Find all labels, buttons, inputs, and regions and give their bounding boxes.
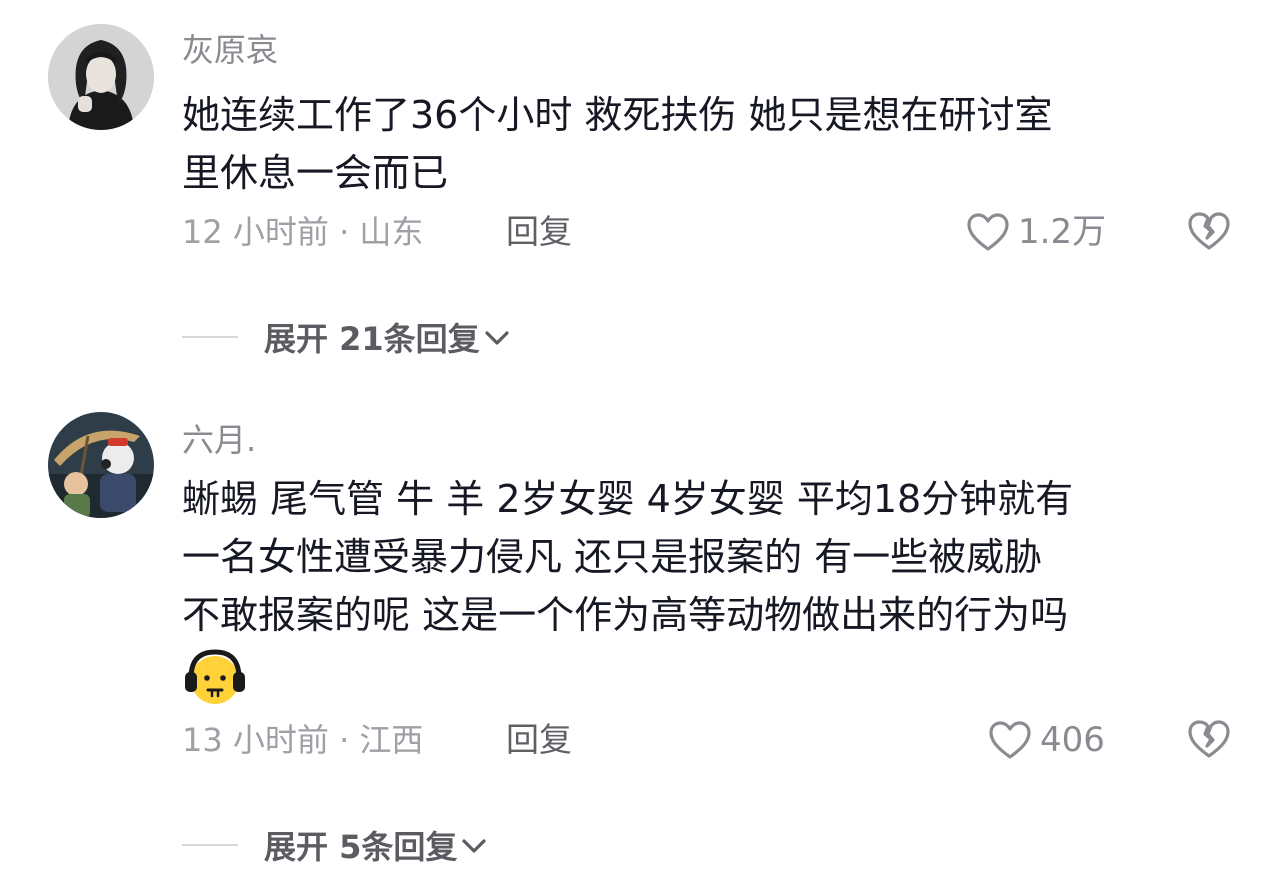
like-button[interactable]: 406 [988, 720, 1105, 760]
comment-meta: 12 小时前 · 山东 [182, 213, 424, 251]
heart-outline-icon [989, 721, 1031, 759]
expand-replies-label[interactable]: 展开 5条回复 [264, 822, 457, 868]
broken-heart-icon [1188, 212, 1230, 250]
heart-outline-icon [967, 213, 1009, 251]
avatar[interactable] [48, 24, 154, 130]
reply-button[interactable]: 回复 [506, 212, 572, 252]
chevron-down-icon [485, 331, 509, 345]
comment-meta: 13 小时前 · 江西 [182, 721, 424, 759]
expand-replies[interactable]: 展开 5条回复 [182, 822, 489, 868]
username[interactable]: 六月. [182, 420, 256, 460]
comment-text-line: 里休息一会而已 [182, 151, 449, 195]
comment-text: 蜥蜴 尾气管 牛 羊 2岁女婴 4岁女婴 平均18分钟就有 一名女性遭受暴力侵凡… [182, 470, 1252, 644]
comment-text-line: 她连续工作了36个小时 救死扶伤 她只是想在研讨室 [182, 93, 1053, 137]
chevron-down-icon [462, 839, 487, 853]
divider-line [182, 336, 238, 338]
divider-line [182, 844, 238, 846]
comment-text-line: 一名女性遭受暴力侵凡 还只是报案的 有一些被威胁 [182, 535, 1043, 579]
dislike-button[interactable] [1186, 718, 1232, 760]
like-count: 1.2万 [1018, 212, 1107, 252]
avatar-image [48, 24, 154, 130]
broken-heart-icon [1188, 720, 1230, 758]
like-count: 406 [1040, 720, 1105, 760]
comment-text: 她连续工作了36个小时 救死扶伤 她只是想在研讨室 里休息一会而已 [182, 86, 1252, 202]
avatar-image [48, 412, 154, 518]
expand-replies[interactable]: 展开 21条回复 [182, 314, 512, 360]
like-button[interactable]: 1.2万 [966, 212, 1106, 252]
comment-text-line: 不敢报案的呢 这是一个作为高等动物做出来的行为吗 [182, 593, 1069, 637]
comment-text-line: 蜥蜴 尾气管 牛 羊 2岁女婴 4岁女婴 平均18分钟就有 [182, 477, 1074, 521]
username[interactable]: 灰原哀 [182, 30, 278, 70]
dislike-button[interactable] [1186, 210, 1232, 252]
expand-replies-label[interactable]: 展开 21条回复 [264, 314, 480, 360]
avatar[interactable] [48, 412, 154, 518]
reply-button[interactable]: 回复 [506, 720, 572, 760]
headphone-face-emoji [185, 649, 245, 704]
